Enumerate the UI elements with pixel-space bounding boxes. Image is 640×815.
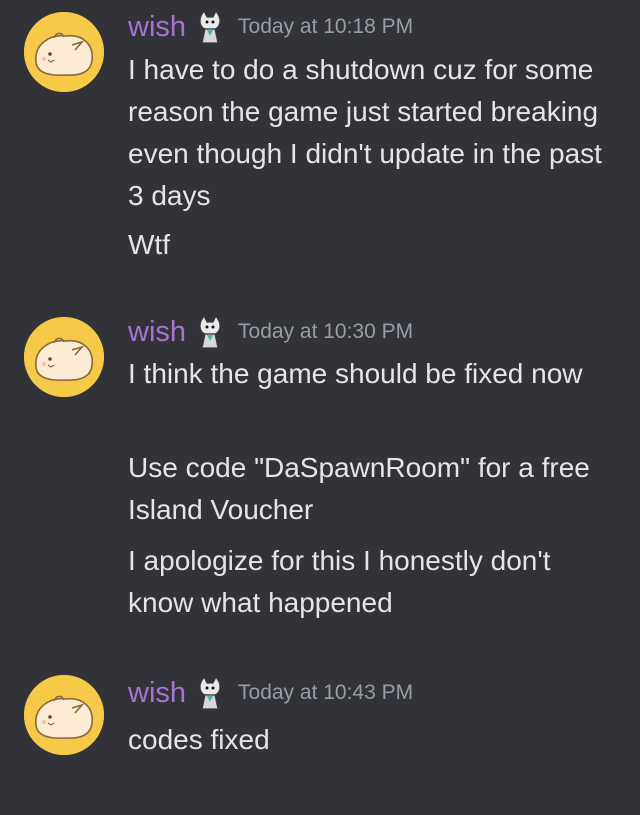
username[interactable]: wish <box>128 10 186 44</box>
user-avatar[interactable] <box>24 12 104 92</box>
username[interactable]: wish <box>128 676 186 710</box>
timestamp: Today at 10:43 PM <box>238 681 414 704</box>
message-header: wish Today at 10:30 PM <box>128 314 414 349</box>
message-text: I have to do a shutdown cuz for some rea… <box>128 54 602 211</box>
username[interactable]: wish <box>128 315 186 349</box>
message-text: Wtf <box>128 229 170 260</box>
hamster-avatar-icon <box>24 12 104 92</box>
timestamp: Today at 10:18 PM <box>238 15 414 38</box>
user-avatar[interactable] <box>24 675 104 755</box>
cat-badge-icon <box>196 675 224 710</box>
cat-badge-icon <box>196 314 224 349</box>
message-header: wish Today at 10:18 PM <box>128 9 414 44</box>
message-text: Use code "DaSpawnRoom" for a free Island… <box>128 452 590 525</box>
message-text: codes fixed <box>128 724 270 755</box>
cat-badge-icon <box>196 9 224 44</box>
message-text: I apologize for this I honestly don't kn… <box>128 545 551 618</box>
user-avatar[interactable] <box>24 317 104 397</box>
timestamp: Today at 10:30 PM <box>238 320 414 343</box>
message-header: wish Today at 10:43 PM <box>128 675 414 710</box>
hamster-avatar-icon <box>24 675 104 755</box>
message-text: I think the game should be fixed now <box>128 358 583 389</box>
hamster-avatar-icon <box>24 317 104 397</box>
chat-message-list: wish Today at 10:18 PM I have to do a sh… <box>0 0 640 815</box>
